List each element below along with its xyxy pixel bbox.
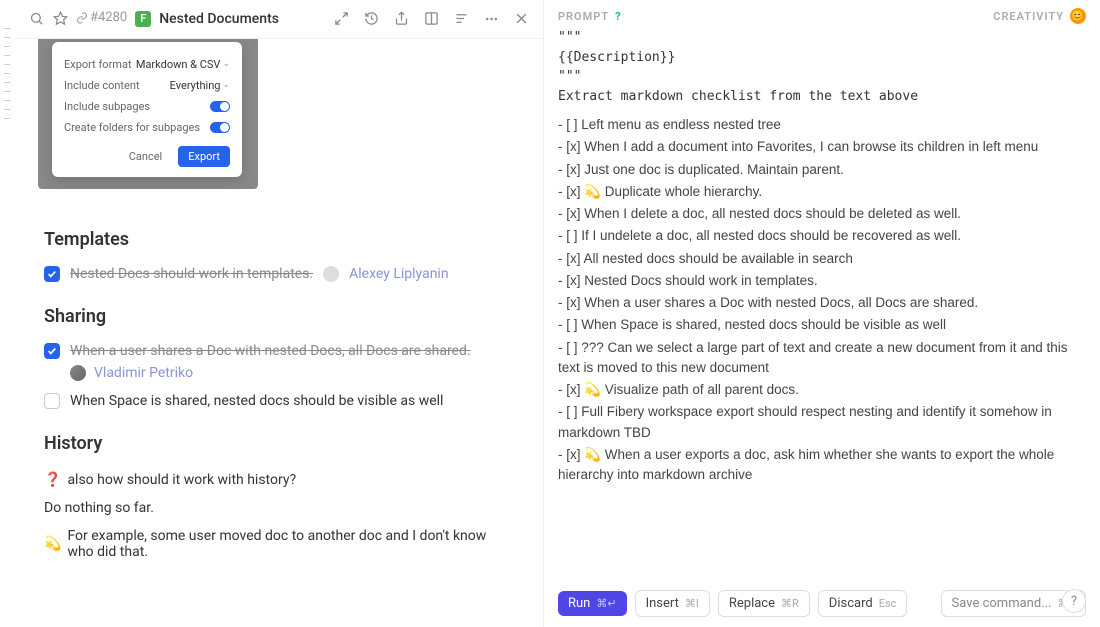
doc-type-badge: F xyxy=(135,11,151,27)
body-text: 💫For example, some user moved doc to ano… xyxy=(44,522,513,566)
ai-panel: PROMPT ? CREATIVITY 😊 """ {{Description}… xyxy=(544,0,1100,627)
panel-icon[interactable] xyxy=(423,11,439,27)
history-icon[interactable] xyxy=(363,11,379,27)
more-icon[interactable] xyxy=(483,11,499,27)
checklist-line: - [x] When I delete a doc, all nested do… xyxy=(558,203,1086,225)
ai-actions: Run⌘↵ Insert⌘I Replace⌘R DiscardEsc Save… xyxy=(544,580,1100,627)
checklist-line: - [ ] Full Fibery workspace export shoul… xyxy=(558,401,1086,444)
main-panel: #4280 F Nested Documents Export format Ma… xyxy=(14,0,544,627)
export-row: Include subpages xyxy=(64,96,230,117)
document-header: #4280 F Nested Documents xyxy=(14,0,543,39)
checklist-line: - [x] When I add a document into Favorit… xyxy=(558,136,1086,158)
checklist-line: - [x] 💫 When a user exports a doc, ask h… xyxy=(558,444,1086,487)
export-row-value[interactable]: Markdown & CSV ⌄ xyxy=(136,58,230,71)
checklist-line: - [ ] If I undelete a doc, all nested do… xyxy=(558,225,1086,247)
creativity-face-icon: 😊 xyxy=(1070,8,1086,24)
checklist-line: - [ ] When Space is shared, nested docs … xyxy=(558,314,1086,336)
export-row-value[interactable]: Everything ⌄ xyxy=(170,79,230,92)
run-button[interactable]: Run⌘↵ xyxy=(558,591,627,616)
creativity-label[interactable]: CREATIVITY 😊 xyxy=(993,8,1086,24)
section-title-history: History xyxy=(44,433,513,454)
export-dialog: Export format Markdown & CSV ⌄ Include con… xyxy=(52,42,242,177)
checklist-line: - [ ] ??? Can we select a large part of … xyxy=(558,337,1086,380)
expand-icon[interactable] xyxy=(333,11,349,27)
section-title-templates: Templates xyxy=(44,229,513,250)
doc-title: Nested Documents xyxy=(159,11,279,27)
check-item-text: When Space is shared, nested docs should… xyxy=(70,393,443,409)
checklist-line: - [ ] Left menu as endless nested tree xyxy=(558,114,1086,136)
close-icon[interactable] xyxy=(513,11,529,27)
export-row: Include content Everything ⌄ xyxy=(64,75,230,96)
search-icon[interactable] xyxy=(28,11,44,27)
user-link[interactable]: Vladimir Petriko xyxy=(94,365,193,381)
question-icon: ❓ xyxy=(44,472,61,488)
checkbox[interactable] xyxy=(44,343,60,359)
check-item-text: When a user shares a Doc with nested Doc… xyxy=(70,343,471,359)
star-icon[interactable] xyxy=(52,11,68,27)
embedded-screenshot: Export format Markdown & CSV ⌄ Include con… xyxy=(38,39,258,189)
generated-checklist: - [ ] Left menu as endless nested tree- … xyxy=(558,114,1086,486)
check-item: When a user shares a Doc with nested Doc… xyxy=(44,339,513,363)
doc-number: #4280 xyxy=(90,10,127,25)
section-title-sharing: Sharing xyxy=(44,306,513,327)
prompt-label: PROMPT ? xyxy=(558,10,622,23)
checklist-line: - [x] 💫 Duplicate whole hierarchy. xyxy=(558,181,1086,203)
export-row-label: Include content xyxy=(64,79,140,92)
sparkle-icon: 💫 xyxy=(44,536,61,552)
checklist-line: - [x] Nested Docs should work in templat… xyxy=(558,270,1086,292)
left-rail xyxy=(0,0,14,627)
export-row-label: Include subpages xyxy=(64,100,150,113)
toggle[interactable] xyxy=(210,101,230,112)
doc-id[interactable]: #4280 xyxy=(76,10,127,28)
export-row: Create folders for subpages xyxy=(64,117,230,138)
export-button[interactable]: Export xyxy=(178,146,230,167)
user-link[interactable]: Alexey Liplyanin xyxy=(349,266,448,282)
export-row-label: Export format xyxy=(64,58,132,71)
replace-button[interactable]: Replace⌘R xyxy=(718,590,810,617)
checklist-line: - [x] Just one doc is duplicated. Mainta… xyxy=(558,159,1086,181)
list-icon[interactable] xyxy=(453,11,469,27)
body-text: Do nothing so far. xyxy=(44,494,513,522)
help-icon[interactable]: ? xyxy=(1062,589,1086,613)
check-item: Nested Docs should work in templates. Ale… xyxy=(44,262,513,286)
toggle[interactable] xyxy=(210,122,230,133)
cancel-button[interactable]: Cancel xyxy=(121,146,170,167)
checklist-line: - [x] All nested docs should be availabl… xyxy=(558,248,1086,270)
avatar xyxy=(323,266,339,282)
body-text: ❓also how should it work with history? xyxy=(44,466,513,494)
checkbox[interactable] xyxy=(44,266,60,282)
share-icon[interactable] xyxy=(393,11,409,27)
export-row-label: Create folders for subpages xyxy=(64,121,200,134)
ai-content[interactable]: """ {{Description}} """ Extract markdown… xyxy=(544,28,1100,580)
checkbox[interactable] xyxy=(44,393,60,409)
export-row: Export format Markdown & CSV ⌄ xyxy=(64,54,230,75)
checklist-line: - [x] When a user shares a Doc with nest… xyxy=(558,292,1086,314)
insert-button[interactable]: Insert⌘I xyxy=(635,590,710,617)
discard-button[interactable]: DiscardEsc xyxy=(818,590,908,617)
document-content: Export format Markdown & CSV ⌄ Include con… xyxy=(14,39,543,627)
prompt-text: """ {{Description}} """ Extract markdown… xyxy=(558,28,1086,106)
check-item: When Space is shared, nested docs should… xyxy=(44,389,513,413)
avatar xyxy=(70,365,86,381)
checklist-line: - [x] 💫 Visualize path of all parent doc… xyxy=(558,379,1086,401)
check-item-text: Nested Docs should work in templates. xyxy=(70,266,313,282)
